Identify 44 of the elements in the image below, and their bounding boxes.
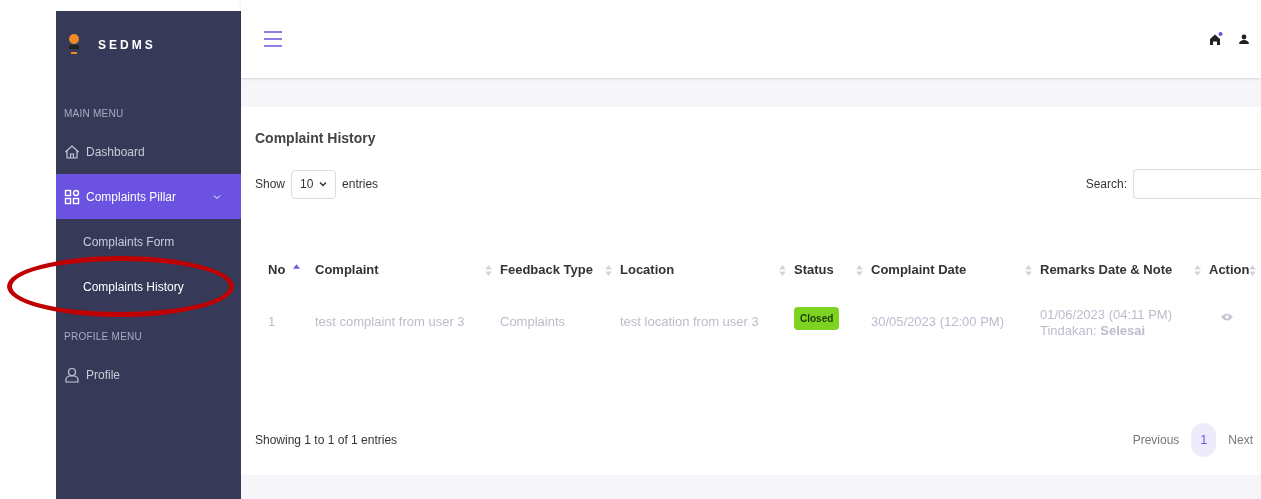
previous-link[interactable]: Previous	[1132, 431, 1180, 449]
view-icon[interactable]	[1221, 313, 1233, 321]
menu-section-title: PROFILE MENU	[63, 330, 143, 344]
sidebar-item[interactable]: Profile	[56, 352, 241, 397]
search-label: Search:	[1085, 176, 1127, 193]
home-icon[interactable]	[1209, 32, 1223, 46]
caret-icon	[319, 180, 328, 188]
next-link[interactable]: Next	[1228, 431, 1253, 449]
sidebar-item[interactable]: Dashboard	[56, 129, 241, 174]
status-badge: Closed	[794, 307, 840, 330]
table-cell-text: test complaint from user 3	[315, 313, 466, 331]
submenu-item[interactable]: Complaints History	[56, 264, 241, 309]
brand-name: SEDMS	[98, 36, 156, 54]
table-cell-text: 30/05/2023 (12:00 PM)	[871, 313, 1005, 331]
grid-icon	[64, 188, 80, 205]
show-label: Show	[255, 176, 286, 193]
table-cell-text: Complaints	[500, 313, 567, 331]
column-header[interactable]: No	[268, 260, 315, 280]
column-header[interactable]: Complaint	[315, 260, 500, 280]
column-header[interactable]: Location	[620, 260, 794, 280]
home-icon	[64, 143, 80, 160]
logo-icon	[66, 32, 82, 57]
card-title: Complaint History	[255, 129, 377, 148]
page-button[interactable]: 1	[1191, 423, 1217, 457]
remark-text: 01/06/2023 (04:11 PM)	[1040, 307, 1173, 323]
entries-info: Showing 1 to 1 of 1 entries	[255, 432, 398, 449]
entries-select[interactable]: 10	[291, 169, 337, 199]
column-header[interactable]: Remarks Date & Note	[1040, 260, 1209, 280]
table-cell-text: test location from user 3	[620, 313, 760, 331]
sidebar-item[interactable]: Complaints Pillar	[56, 174, 241, 219]
user-icon	[64, 366, 80, 383]
search-field[interactable]	[1133, 169, 1261, 199]
column-header[interactable]: Action	[1209, 260, 1261, 280]
menu-section-title: MAIN MENU	[63, 107, 125, 121]
column-header[interactable]: Complaint Date	[871, 260, 1040, 280]
user-icon[interactable]	[1239, 34, 1249, 44]
menu-icon[interactable]	[263, 29, 283, 49]
remark-text: Tindakan: Selesai	[1040, 323, 1147, 339]
column-header[interactable]: Feedback Type	[500, 260, 620, 280]
table-cell-text: 1	[268, 313, 277, 331]
submenu-item[interactable]: Complaints Form	[56, 219, 241, 264]
entries-label: entries	[342, 176, 379, 193]
column-header[interactable]: Status	[794, 260, 871, 280]
chevron-icon	[213, 192, 221, 201]
